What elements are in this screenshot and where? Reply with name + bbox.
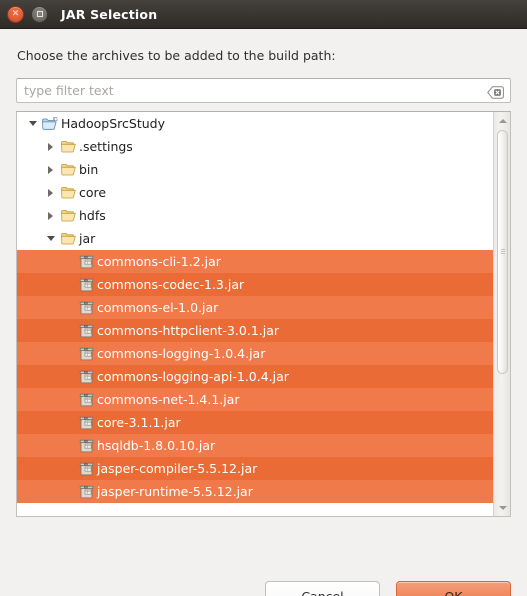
jar-icon: [76, 393, 96, 407]
expand-arrow-icon[interactable]: [43, 165, 58, 174]
scrollbar-thumb[interactable]: [497, 130, 508, 374]
tree-row-label: jasper-runtime-5.5.12.jar: [97, 484, 253, 499]
tree-row[interactable]: core-3.1.1.jar: [17, 411, 494, 434]
tree-row-label: hdfs: [79, 208, 106, 223]
expand-arrow-icon[interactable]: [43, 188, 58, 197]
tree-row[interactable]: commons-el-1.0.jar: [17, 296, 494, 319]
tree-row[interactable]: jasper-runtime-5.5.12.jar: [17, 480, 494, 503]
tree-row[interactable]: hdfs: [17, 204, 494, 227]
tree-vertical-scrollbar[interactable]: [493, 112, 510, 516]
tree-row-label: commons-logging-1.0.4.jar: [97, 346, 266, 361]
jar-icon: [76, 301, 96, 315]
filter-field[interactable]: [16, 78, 511, 103]
search-input[interactable]: [24, 83, 487, 98]
jar-icon: [76, 416, 96, 430]
tree-row-label: commons-logging-api-1.0.4.jar: [97, 369, 289, 384]
jar-icon: [76, 439, 96, 453]
jar-icon: [76, 370, 96, 384]
cancel-button[interactable]: Cancel: [265, 581, 380, 596]
svg-text:J: J: [53, 117, 55, 121]
tree-row-label: jar: [79, 231, 96, 246]
prompt-label: Choose the archives to be added to the b…: [17, 48, 336, 63]
tree-row-label: hsqldb-1.8.0.10.jar: [97, 438, 216, 453]
tree-row-label: commons-codec-1.3.jar: [97, 277, 245, 292]
tree-row[interactable]: commons-cli-1.2.jar: [17, 250, 494, 273]
tree-row[interactable]: commons-httpclient-3.0.1.jar: [17, 319, 494, 342]
expand-arrow-icon[interactable]: [43, 142, 58, 151]
clear-icon[interactable]: [487, 84, 504, 99]
scroll-up-icon[interactable]: [495, 113, 510, 128]
tree-row-label: .settings: [79, 139, 133, 154]
tree-row-label: HadoopSrcStudy: [61, 116, 165, 131]
tree-row[interactable]: J HadoopSrcStudy: [17, 112, 494, 135]
java-project-icon: J: [40, 117, 60, 131]
tree-row[interactable]: commons-codec-1.3.jar: [17, 273, 494, 296]
maximize-glyph: [36, 11, 43, 17]
tree-row[interactable]: commons-logging-api-1.0.4.jar: [17, 365, 494, 388]
tree-row[interactable]: bin: [17, 158, 494, 181]
jar-icon: [76, 347, 96, 361]
archives-tree[interactable]: J HadoopSrcStudy .settings bin core hdfs jar co…: [17, 112, 494, 516]
close-glyph: ✕: [11, 8, 20, 19]
window-titlebar: ✕ JAR Selection: [0, 0, 527, 29]
ok-button[interactable]: OK: [396, 581, 511, 596]
tree-row-label: jasper-compiler-5.5.12.jar: [97, 461, 258, 476]
tree-row[interactable]: hsqldb-1.8.0.10.jar: [17, 434, 494, 457]
jar-icon: [76, 462, 96, 476]
folder-icon: [58, 186, 78, 199]
scroll-down-icon[interactable]: [495, 500, 510, 515]
tree-row-label: commons-cli-1.2.jar: [97, 254, 221, 269]
scrollbar-grip-icon: [501, 249, 505, 255]
expand-arrow-icon[interactable]: [43, 211, 58, 220]
folder-icon: [58, 163, 78, 176]
collapse-arrow-icon[interactable]: [25, 121, 40, 126]
tree-row[interactable]: jasper-compiler-5.5.12.jar: [17, 457, 494, 480]
tree-row[interactable]: .settings: [17, 135, 494, 158]
tree-row-label: commons-net-1.4.1.jar: [97, 392, 240, 407]
tree-row-label: core-3.1.1.jar: [97, 415, 181, 430]
tree-row-label: core: [79, 185, 107, 200]
jar-icon: [76, 278, 96, 292]
folder-icon: [58, 140, 78, 153]
close-icon[interactable]: ✕: [7, 5, 24, 23]
tree-row-label: commons-httpclient-3.0.1.jar: [97, 323, 280, 338]
tree-row-label: commons-el-1.0.jar: [97, 300, 219, 315]
tree-row[interactable]: core: [17, 181, 494, 204]
tree-row-label: bin: [79, 162, 99, 177]
archives-tree-panel: J HadoopSrcStudy .settings bin core hdfs jar co…: [16, 111, 511, 517]
tree-row[interactable]: jar: [17, 227, 494, 250]
window-title: JAR Selection: [61, 6, 158, 22]
folder-icon: [58, 209, 78, 222]
collapse-arrow-icon[interactable]: [43, 236, 58, 241]
folder-icon: [58, 232, 78, 245]
jar-icon: [76, 485, 96, 499]
tree-row[interactable]: commons-logging-1.0.4.jar: [17, 342, 494, 365]
jar-icon: [76, 255, 96, 269]
jar-icon: [76, 324, 96, 338]
tree-row[interactable]: commons-net-1.4.1.jar: [17, 388, 494, 411]
jar-selection-dialog: ✕ JAR Selection Choose the archives to b…: [0, 0, 527, 596]
maximize-icon[interactable]: [31, 5, 48, 23]
dialog-body: Choose the archives to be added to the b…: [0, 29, 527, 596]
